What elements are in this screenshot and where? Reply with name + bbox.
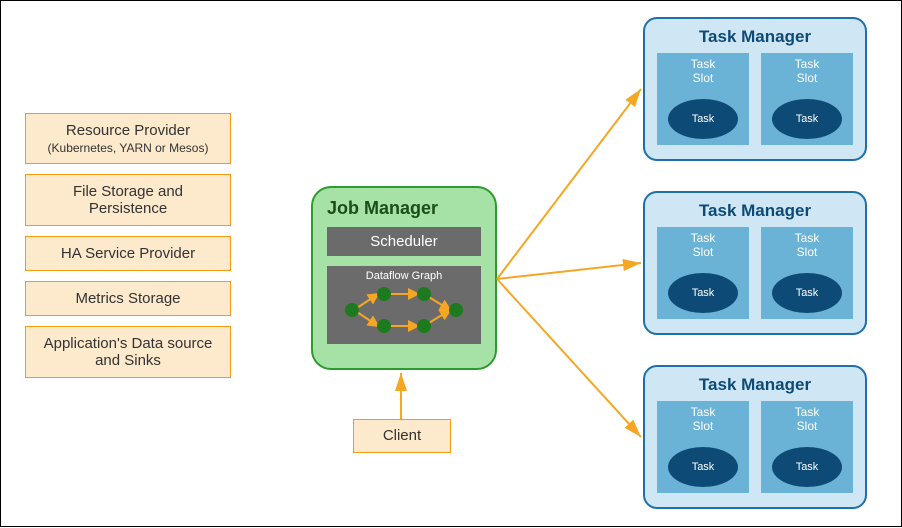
task-manager-title: Task Manager [657,375,853,395]
task-slot: TaskSlot Task [657,401,749,493]
client-label: Client [383,427,421,444]
dataflow-graph-icon [334,282,474,338]
task-manager-title: Task Manager [657,201,853,221]
file-storage-label: File Storage and Persistence [73,183,183,217]
task-manager-box-2: Task Manager TaskSlot Task TaskSlot Task [643,191,867,335]
ha-service-box: HA Service Provider [25,236,231,271]
resource-provider-sublabel: (Kubernetes, YARN or Mesos) [32,141,224,155]
arrow-jm-to-tm2 [497,263,641,279]
ha-service-label: HA Service Provider [61,245,195,262]
diagram-canvas: Resource Provider (Kubernetes, YARN or M… [0,0,902,527]
task-slot: TaskSlot Task [761,53,853,145]
file-storage-box: File Storage and Persistence [25,174,231,226]
task-manager-title: Task Manager [657,27,853,47]
dataflow-graph-label: Dataflow Graph [366,270,442,282]
task-slots-row: TaskSlot Task TaskSlot Task [657,401,853,493]
scheduler-box: Scheduler [327,227,481,256]
task-oval: Task [668,99,738,139]
job-manager-title: Job Manager [327,198,481,219]
arrow-jm-to-tm1 [497,89,641,279]
task-slot: TaskSlot Task [657,227,749,319]
task-oval: Task [772,447,842,487]
task-slots-row: TaskSlot Task TaskSlot Task [657,53,853,145]
resource-provider-label: Resource Provider [66,122,190,139]
task-slot: TaskSlot Task [657,53,749,145]
task-oval: Task [772,273,842,313]
app-data-box: Application's Data source and Sinks [25,326,231,378]
dataflow-graph-box: Dataflow Graph [327,266,481,344]
arrow-jm-to-tm3 [497,279,641,437]
task-oval: Task [772,99,842,139]
task-oval: Task [668,273,738,313]
metrics-storage-box: Metrics Storage [25,281,231,316]
app-data-label: Application's Data source and Sinks [44,335,213,369]
external-components-sidebar: Resource Provider (Kubernetes, YARN or M… [25,113,231,388]
task-manager-box-3: Task Manager TaskSlot Task TaskSlot Task [643,365,867,509]
task-slots-row: TaskSlot Task TaskSlot Task [657,227,853,319]
task-oval: Task [668,447,738,487]
job-manager-box: Job Manager Scheduler Dataflow Graph [311,186,497,370]
resource-provider-box: Resource Provider (Kubernetes, YARN or M… [25,113,231,164]
task-slot: TaskSlot Task [761,227,853,319]
task-slot: TaskSlot Task [761,401,853,493]
client-box: Client [353,419,451,453]
scheduler-label: Scheduler [370,233,438,250]
metrics-storage-label: Metrics Storage [75,290,180,307]
task-manager-box-1: Task Manager TaskSlot Task TaskSlot Task [643,17,867,161]
